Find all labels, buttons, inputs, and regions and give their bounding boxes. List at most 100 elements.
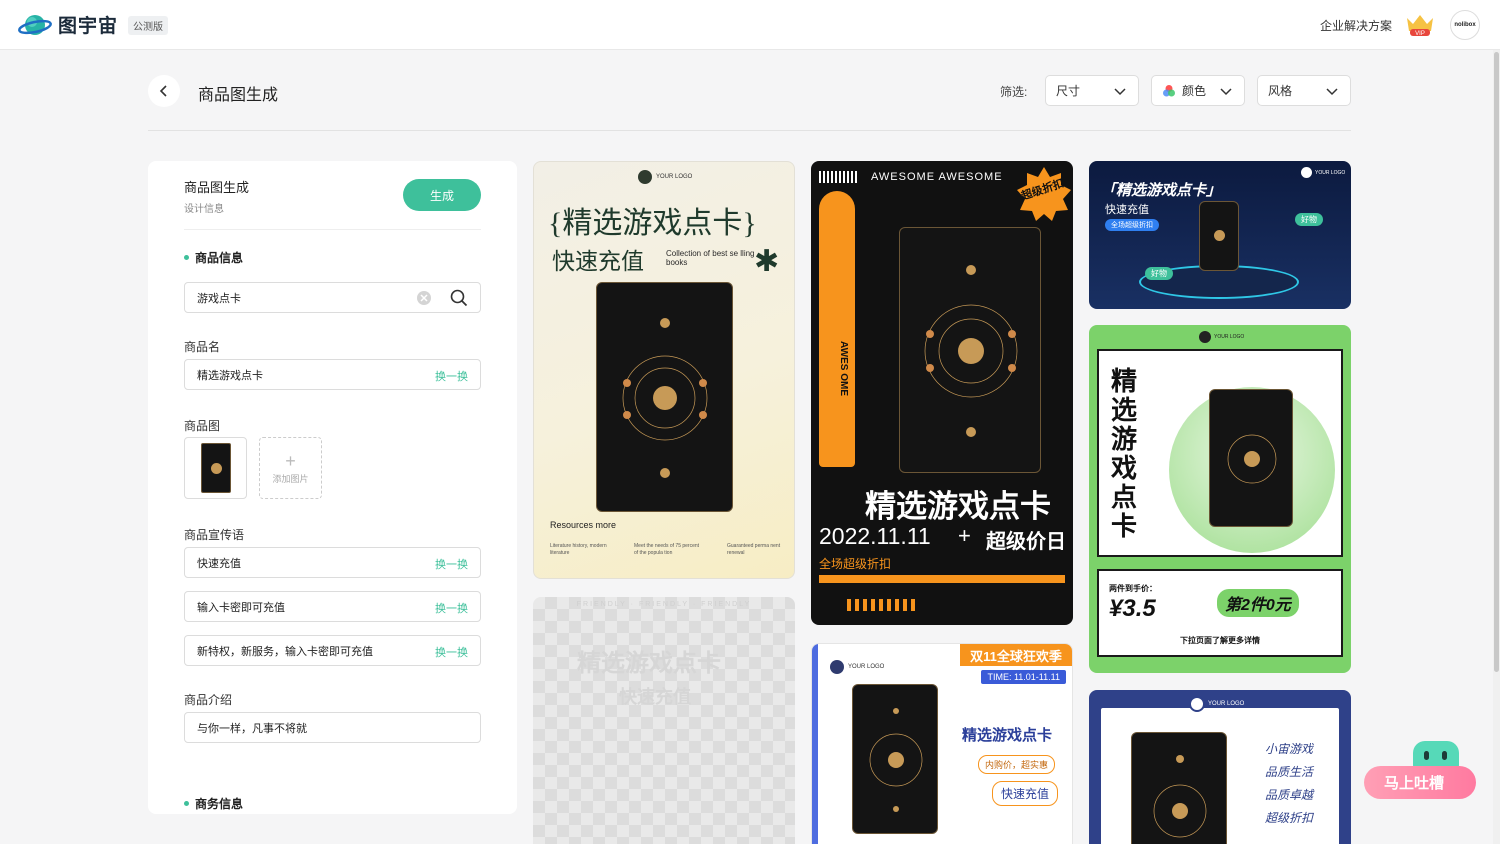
vip-crown-icon[interactable]: VIP [1404,12,1436,38]
app-logo[interactable]: 图宇宙 [18,11,118,38]
tarot-card-image [1199,201,1239,271]
panel-subtitle: 设计信息 [184,204,224,215]
product-name-field[interactable]: 精选游戏点卡 换一换 [184,359,481,390]
intro-label: 商品介绍 [184,693,233,707]
tag-2: 好物 [1145,267,1173,280]
plus-icon: + [285,450,296,471]
intro-field[interactable]: 与你一样，凡事不将就 [184,712,481,743]
slogan-value: 快速充值 [197,557,241,570]
back-button[interactable] [148,75,180,107]
footer-text-2: Meet the needs of 75 percent of the popu… [634,543,700,556]
tarot-card-image [899,227,1041,473]
time-tag: TIME: 11.01-11.11 [981,670,1066,684]
result-card-5[interactable]: 「精选游戏点卡」 快速充值 全场超级折扣 YOUR LOGO 好物 好物 [1089,161,1351,309]
planet-icon [18,14,52,35]
search-icon[interactable] [450,289,468,307]
result-card-3[interactable]: AWESOME AWESOME 超级折扣 AWES OME 精选游戏点卡 202… [811,161,1073,625]
slogan-field-2[interactable]: 输入卡密即可充值 换一换 [184,591,481,622]
card-logo: YOUR LOGO [1301,167,1345,178]
card-subtitle: 全场超级折扣 [819,557,892,571]
filter-label: 筛选: [1000,85,1028,99]
promo-text: 第2件0元 [1217,589,1299,617]
card-subtitle: 快速充值 [1105,204,1149,216]
tarot-card-image [596,282,733,512]
size-dropdown[interactable]: 尺寸 [1045,75,1139,106]
style-dropdown[interactable]: 风格 [1257,75,1351,106]
product-search-input[interactable]: 游戏点卡 [184,282,481,313]
result-card-6[interactable]: YOUR LOGO 精选游戏点卡 两件到手价： ¥3.5 第2件0元 下拉页面了… [1089,325,1351,673]
business-info-label: 商务信息 [195,797,244,811]
card-date: 2022.11.11 [819,523,931,549]
add-image-label: 添加图片 [272,473,309,484]
card-title: 精选游戏点卡 [1111,366,1138,541]
footer-text-3: Guaranteed perma nent renewal [727,543,781,556]
chevron-left-icon [159,85,167,97]
card-line: 小宙游戏 [1265,742,1314,756]
header-divider [148,130,1351,131]
swap-button[interactable]: 换一换 [435,556,468,572]
result-card-7[interactable]: YOUR LOGO 小宙游戏 品质生活 品质卓越 超级折扣 [1089,690,1351,844]
product-image-label: 商品图 [184,419,221,433]
page-title: 商品图生成 [198,87,279,104]
tarot-card-image [852,684,938,834]
result-card-4[interactable]: 双11全球狂欢季 TIME: 11.01-11.11 YOUR LOGO 精选游… [811,643,1073,844]
swap-button[interactable]: 换一换 [435,644,468,660]
checker-strip [847,599,917,611]
feedback-button[interactable]: 马上吐槽 [1364,766,1476,799]
business-info-heading: 商务信息 [184,795,243,812]
card-title: 精选游戏点卡 [577,650,721,677]
card-subtitle: 快速充值 [552,249,644,274]
color-dropdown[interactable]: 颜色 [1151,75,1245,106]
card-logo: YOUR LOGO [1199,331,1244,343]
price-label: 两件到手价： [1109,584,1157,593]
swap-button[interactable]: 换一换 [435,368,468,384]
app-name: 图宇宙 [58,16,119,37]
card-pill-2: 快速充值 [992,781,1059,806]
chevron-down-icon [1114,88,1126,96]
enterprise-solutions-link[interactable]: 企业解决方案 [1320,17,1392,34]
card-line: 品质卓越 [1265,788,1314,802]
card-plus: + [958,523,971,548]
card-logo: YOUR LOGO [1189,696,1244,712]
page-scrollbar[interactable] [1493,50,1500,844]
chevron-down-icon [1220,88,1232,96]
product-name-label: 商品名 [184,340,221,354]
white-frame-top: 精选游戏点卡 [1097,349,1343,557]
product-info-heading: 商品信息 [184,249,243,266]
panel-divider [184,229,481,230]
white-frame-bottom: 两件到手价： ¥3.5 第2件0元 下拉页面了解更多详情 [1097,569,1343,657]
orange-stripe [819,575,1065,583]
section-dot [184,801,189,806]
result-card-2[interactable]: FRIENDLY · FRIENDLY · FRIENDLY 精选游戏点卡 快速… [533,597,795,844]
svg-text:VIP: VIP [1415,31,1425,37]
generate-button[interactable]: 生成 [403,179,481,211]
intro-value: 与你一样，凡事不将就 [197,722,307,735]
card-logo: YOUR LOGO [638,170,692,184]
card-logo: YOUR LOGO [830,660,884,674]
product-image-thumbnail[interactable] [184,437,247,499]
clear-icon[interactable] [416,290,432,306]
product-name-value: 精选游戏点卡 [197,369,263,382]
card-pill-1: 内购价，超实惠 [978,755,1056,774]
color-dropdown-label: 颜色 [1182,84,1207,98]
sale-tag: 双11全球狂欢季 [960,644,1072,666]
design-panel: 商品图生成 设计信息 生成 商品信息 游戏点卡 商品名 精选游戏点卡 换一换 商… [148,161,517,814]
color-wheel-icon [1163,84,1175,96]
panel-title: 商品图生成 [184,180,250,195]
add-image-button[interactable]: + 添加图片 [259,437,322,499]
tarot-card-thumb [200,443,231,493]
slogan-field-1[interactable]: 快速充值 换一换 [184,547,481,578]
card-header: AWESOME AWESOME [871,171,1003,183]
user-avatar[interactable]: nolibox [1450,10,1480,40]
swap-button[interactable]: 换一换 [435,600,468,616]
section-dot [184,255,189,260]
card-title: 「精选游戏点卡」 [1101,182,1222,199]
slogan-value: 新特权，新服务，输入卡密即可充值 [197,645,373,658]
result-card-1[interactable]: YOUR LOGO {精选游戏点卡} 快速充值 Collection of be… [533,161,795,579]
card-title: 精选游戏点卡 [962,727,1053,744]
style-dropdown-label: 风格 [1268,84,1293,98]
blue-edge [812,644,818,844]
scrollbar-thumb[interactable] [1494,52,1499,672]
slogan-field-3[interactable]: 新特权，新服务，输入卡密即可充值 换一换 [184,635,481,666]
card-lines: 小宙游戏 品质生活 品质卓越 超级折扣 [1265,738,1313,830]
